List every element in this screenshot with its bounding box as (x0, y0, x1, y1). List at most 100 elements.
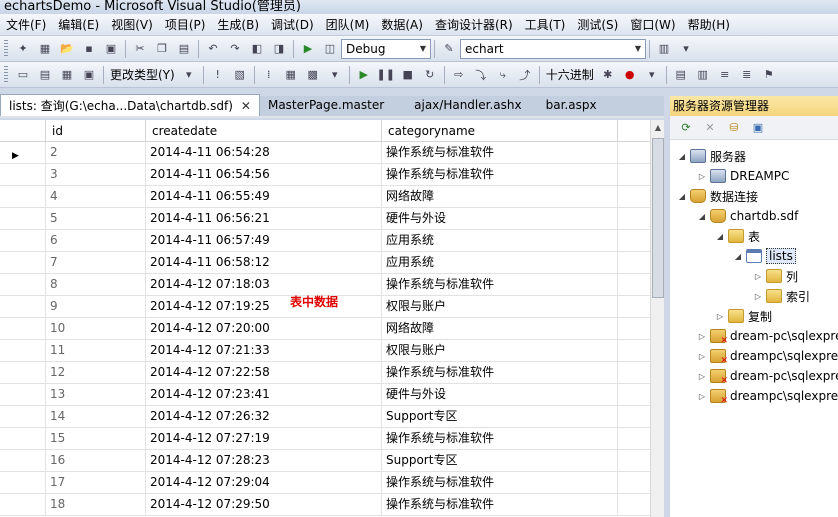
cell-createdate[interactable]: 2014-4-11 06:58:12 (146, 252, 382, 273)
solution-explorer-icon[interactable]: ▥ (655, 40, 673, 58)
connect-to-server-icon[interactable]: ▣ (749, 119, 767, 137)
menu-test[interactable]: 测试(S) (571, 14, 624, 36)
row-selector[interactable] (0, 274, 46, 295)
tab-masterpage[interactable]: MasterPage.master (260, 94, 392, 116)
cell-categoryname[interactable]: 操作系统与标准软件 (382, 164, 618, 185)
row-selector[interactable] (0, 208, 46, 229)
tree-node-servers[interactable]: ◢ 服务器 (676, 146, 746, 166)
column-header-createdate[interactable]: createdate (146, 120, 382, 142)
add-table-icon[interactable]: ▦ (282, 66, 300, 84)
table-row[interactable]: 7 2014-4-11 06:58:12 应用系统 (0, 252, 650, 274)
row-selector[interactable] (0, 340, 46, 361)
save-icon[interactable]: ▪ (80, 40, 98, 58)
table-row[interactable]: 6 2014-4-11 06:57:49 应用系统 (0, 230, 650, 252)
collapsed-arrow-icon[interactable]: ▷ (752, 272, 764, 281)
cell-createdate[interactable]: 2014-4-12 07:29:50 (146, 494, 382, 515)
comment-icon[interactable]: ≡ (716, 66, 734, 84)
tree-node-connection-2[interactable]: ▷ dreampc\sqlexpress (696, 346, 838, 366)
menu-window[interactable]: 窗口(W) (624, 14, 681, 36)
collapsed-arrow-icon[interactable]: ▷ (696, 352, 708, 361)
row-selector[interactable] (0, 450, 46, 471)
row-selector[interactable] (0, 384, 46, 405)
find-in-files-icon[interactable]: ✎ (440, 40, 458, 58)
tree-node-data-connections[interactable]: ◢ 数据连接 (676, 186, 758, 206)
debug-windows-icon[interactable]: ● (621, 66, 639, 84)
cell-id[interactable]: 7 (46, 252, 146, 273)
show-results-pane-icon[interactable]: ▣ (80, 66, 98, 84)
tree-node-connection-3[interactable]: ▷ dream-pc\sqlexpress (696, 366, 838, 386)
row-selector[interactable] (0, 406, 46, 427)
cell-createdate[interactable]: 2014-4-12 07:23:41 (146, 384, 382, 405)
cell-categoryname[interactable]: 应用系统 (382, 252, 618, 273)
row-selector[interactable] (0, 252, 46, 273)
tree-node-indexes[interactable]: ▷ 索引 (752, 286, 810, 306)
step-over-icon[interactable]: ⤷ (494, 66, 512, 84)
show-criteria-pane-icon[interactable]: ▤ (36, 66, 54, 84)
menu-file[interactable]: 文件(F) (0, 14, 52, 36)
row-selector[interactable] (0, 318, 46, 339)
cell-categoryname[interactable]: Support专区 (382, 450, 618, 471)
collapsed-arrow-icon[interactable]: ▷ (696, 392, 708, 401)
row-selector[interactable]: ▶ (0, 142, 46, 163)
tab-bar-aspx[interactable]: bar.aspx (538, 94, 605, 116)
step-out-icon[interactable]: ⤴ (516, 66, 534, 84)
cell-createdate[interactable]: 2014-4-12 07:27:19 (146, 428, 382, 449)
cell-categoryname[interactable]: Support专区 (382, 406, 618, 427)
cell-createdate[interactable]: 2014-4-12 07:18:03 (146, 274, 382, 295)
cell-categoryname[interactable]: 操作系统与标准软件 (382, 362, 618, 383)
row-selector[interactable] (0, 362, 46, 383)
indent-icon[interactable]: ▥ (694, 66, 712, 84)
cell-id[interactable]: 4 (46, 186, 146, 207)
cut-icon[interactable]: ✂ (131, 40, 149, 58)
tree-node-replication[interactable]: ▷ 复制 (714, 306, 772, 326)
paste-icon[interactable]: ▤ (175, 40, 193, 58)
toolbar-overflow-icon[interactable]: ▾ (643, 66, 661, 84)
cell-createdate[interactable]: 2014-4-12 07:19:25 (146, 296, 382, 317)
expanded-arrow-icon[interactable]: ◢ (696, 212, 708, 221)
menu-data[interactable]: 数据(A) (375, 14, 429, 36)
cell-id[interactable]: 5 (46, 208, 146, 229)
row-selector[interactable] (0, 472, 46, 493)
cell-id[interactable]: 10 (46, 318, 146, 339)
tab-handler[interactable]: ajax/Handler.ashx (406, 94, 529, 116)
solution-config-select[interactable]: Debug ▼ (341, 38, 431, 59)
tree-node-connection-1[interactable]: ▷ dream-pc\sqlexpress (696, 326, 838, 346)
cell-categoryname[interactable]: 操作系统与标准软件 (382, 142, 618, 163)
collapsed-arrow-icon[interactable]: ▷ (696, 332, 708, 341)
bookmark-icon[interactable]: ⚑ (760, 66, 778, 84)
expanded-arrow-icon[interactable]: ◢ (676, 192, 688, 201)
cell-createdate[interactable]: 2014-4-12 07:22:58 (146, 362, 382, 383)
add-derived-table-icon[interactable]: ▩ (304, 66, 322, 84)
table-row[interactable]: 5 2014-4-11 06:56:21 硬件与外设 (0, 208, 650, 230)
scroll-up-icon[interactable]: ▲ (651, 120, 665, 136)
chevron-down-icon[interactable]: ▾ (180, 66, 198, 84)
table-row[interactable]: 17 2014-4-12 07:29:04 操作系统与标准软件 (0, 472, 650, 494)
cell-id[interactable]: 14 (46, 406, 146, 427)
cell-categoryname[interactable]: 权限与账户 (382, 340, 618, 361)
cell-categoryname[interactable]: 操作系统与标准软件 (382, 494, 618, 515)
navigate-backward-icon[interactable]: ◧ (248, 40, 266, 58)
tree-node-columns[interactable]: ▷ 列 (752, 266, 798, 286)
tab-lists-query[interactable]: lists: 查询(G:\echa...Data\chartdb.sdf) ✕ (0, 94, 260, 116)
tree-node-dreampc[interactable]: ▷ DREAMPC (696, 166, 789, 186)
menu-edit[interactable]: 编辑(E) (52, 14, 105, 36)
save-all-icon[interactable]: ▣ (102, 40, 120, 58)
cell-id[interactable]: 16 (46, 450, 146, 471)
table-row[interactable]: 16 2014-4-12 07:28:23 Support专区 (0, 450, 650, 472)
table-row[interactable]: 12 2014-4-12 07:22:58 操作系统与标准软件 (0, 362, 650, 384)
row-selector[interactable] (0, 428, 46, 449)
menu-team[interactable]: 团队(M) (320, 14, 376, 36)
collapsed-arrow-icon[interactable]: ▷ (696, 372, 708, 381)
toolbar-overflow-icon[interactable]: ▾ (677, 40, 695, 58)
toolbar-overflow-icon[interactable]: ▾ (326, 66, 344, 84)
row-selector[interactable] (0, 164, 46, 185)
table-row[interactable]: 3 2014-4-11 06:54:56 操作系统与标准软件 (0, 164, 650, 186)
tree-node-lists[interactable]: ◢ lists (732, 246, 796, 266)
cell-categoryname[interactable]: 操作系统与标准软件 (382, 428, 618, 449)
cell-createdate[interactable]: 2014-4-12 07:28:23 (146, 450, 382, 471)
stop-debugging-icon[interactable]: ■ (399, 66, 417, 84)
collapsed-arrow-icon[interactable]: ▷ (714, 312, 726, 321)
show-diagram-pane-icon[interactable]: ▭ (14, 66, 32, 84)
group-by-icon[interactable]: ⁞ (260, 66, 278, 84)
execute-sql-icon[interactable]: ! (209, 66, 227, 84)
